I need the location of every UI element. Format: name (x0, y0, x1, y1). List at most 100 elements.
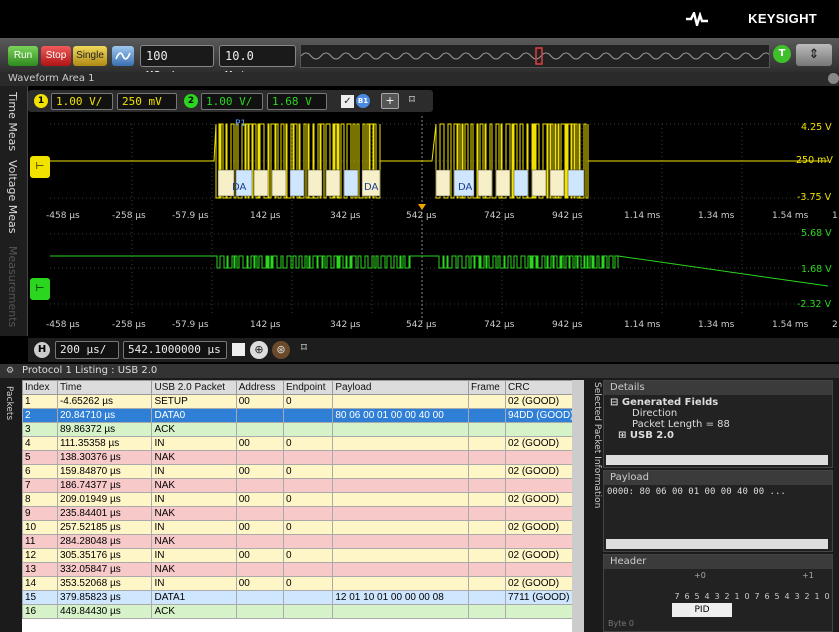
column-header-index[interactable]: Index (22, 380, 58, 395)
column-header-crc[interactable]: CRC (504, 380, 580, 395)
time-tick-upper-8: 1.14 ms (624, 211, 661, 221)
sample-rate-field[interactable]: 100 MSa/s (140, 45, 214, 83)
ch2-badge[interactable]: 2 (184, 94, 198, 108)
cell-frame (467, 548, 506, 563)
tab-selected-packet-information[interactable]: Selected Packet Information (588, 382, 602, 632)
table-row[interactable]: 1 -4.65262 µs SETUP 00 0 02 (GOOD) (22, 394, 580, 409)
add-channel-button[interactable]: + (381, 93, 399, 109)
memory-depth-field[interactable]: 10.0 Mpts (219, 45, 296, 83)
cell-time: 235.84401 µs (56, 506, 153, 521)
cell-index: 7 (22, 478, 58, 493)
table-row[interactable]: 9 235.84401 µs NAK (22, 506, 580, 521)
column-header-usb-2-0-packet[interactable]: USB 2.0 Packet (151, 380, 237, 395)
ch1-scale-field[interactable]: 1.00 V/ (51, 93, 113, 110)
table-row[interactable]: 6 159.84870 µs IN 00 0 02 (GOOD) (22, 464, 580, 479)
packet-length-field[interactable]: Packet Length = 88 (610, 419, 826, 430)
usb-node[interactable]: ⊞ USB 2.0 (610, 430, 826, 438)
run-button[interactable]: Run (8, 46, 38, 66)
details-h-scrollbar[interactable] (606, 455, 828, 465)
table-row[interactable]: 16 449.84430 µs ACK (22, 604, 580, 619)
single-button[interactable]: Single (73, 46, 107, 66)
cell-payload (332, 506, 469, 521)
header-bit: 6 (764, 592, 770, 601)
tab-voltage-meas[interactable]: Voltage Meas (6, 160, 19, 234)
ch1-offset-field[interactable]: 250 mV (117, 93, 177, 110)
bus-enable-checkbox[interactable]: ✓ (341, 95, 354, 108)
time-tick-lower-0: -458 µs (46, 320, 80, 330)
cell-address (235, 562, 285, 577)
table-vertical-scrollbar[interactable] (572, 380, 584, 632)
cell-address (235, 590, 285, 605)
column-header-time[interactable]: Time (56, 380, 153, 395)
header-pid-field[interactable]: PID (672, 603, 732, 617)
cell-payload (332, 422, 469, 437)
listing-title: Protocol 1 Listing : USB 2.0 (0, 364, 839, 378)
scope-app: KEYSIGHT Run Stop Single 100 MSa/s 10.0 … (0, 0, 839, 632)
table-row[interactable]: 14 353.52068 µs IN 00 0 02 (GOOD) (22, 576, 580, 591)
payload-pane: Payload 0000: 80 06 00 01 00 00 40 00 ..… (603, 470, 833, 552)
ch1-badge[interactable]: 1 (34, 94, 48, 108)
payload-h-scrollbar[interactable] (606, 539, 828, 549)
navigate-icon[interactable]: ⊛ (272, 341, 290, 359)
cell-packet: IN (151, 520, 237, 535)
listing-settings-icon[interactable]: ⚙ (6, 366, 16, 376)
tab-packets[interactable]: Packets (4, 386, 14, 420)
cell-payload (332, 492, 469, 507)
packet-table-wrapper[interactable]: Index Time USB 2.0 Packet Address Endpoint Pa… (22, 380, 580, 632)
table-row[interactable]: 4 111.35358 µs IN 00 0 02 (GOOD) (22, 436, 580, 451)
table-row[interactable]: 8 209.01949 µs IN 00 0 02 (GOOD) (22, 492, 580, 507)
time-position-field[interactable]: 542.1000000 µs (123, 341, 227, 359)
table-row[interactable]: 5 138.30376 µs NAK (22, 450, 580, 465)
table-row[interactable]: 12 305.35176 µs IN 00 0 02 (GOOD) (22, 548, 580, 563)
protocol-listing-panel: Protocol 1 Listing : USB 2.0 ⚙ Packets I… (0, 364, 839, 632)
ch2-scale-field[interactable]: 1.00 V/ (201, 93, 263, 110)
time-tick-upper-2: -57.9 µs (172, 211, 209, 221)
time-tick-lower-2: -57.9 µs (172, 320, 209, 330)
stop-button[interactable]: Stop (41, 46, 71, 66)
brand-name: KEYSIGHT (748, 11, 817, 26)
ch2-ground-marker[interactable]: ⊢ (30, 278, 50, 300)
table-row[interactable]: 2 20.84710 µs DATA0 80 06 00 01 00 00 40 00… (22, 408, 580, 423)
column-header-endpoint[interactable]: Endpoint (282, 380, 334, 395)
table-row[interactable]: 10 257.52185 µs IN 00 0 02 (GOOD) (22, 520, 580, 535)
table-row[interactable]: 3 89.86372 µs ACK (22, 422, 580, 437)
horizontal-pin-icon[interactable]: ⌑ (297, 341, 311, 357)
bus-badge[interactable]: B1 (356, 94, 370, 108)
table-row[interactable]: 7 186.74377 µs NAK (22, 478, 580, 493)
column-header-frame[interactable]: Frame (467, 380, 506, 395)
header-bit: 3 (794, 592, 800, 601)
touch-toggle-button[interactable]: ⇕ (796, 44, 832, 66)
column-header-payload[interactable]: Payload (332, 380, 469, 395)
cell-time: 138.30376 µs (56, 450, 153, 465)
waveform-area-close-icon[interactable] (828, 73, 839, 84)
column-header-address[interactable]: Address (235, 380, 285, 395)
pin-icon[interactable]: ⌑ (405, 93, 419, 109)
decode-packet-box (513, 169, 529, 197)
zoom-checkbox[interactable] (232, 343, 245, 356)
generated-fields-node[interactable]: ⊟ Generated Fields (610, 397, 826, 408)
auto-scale-button[interactable] (112, 46, 134, 66)
table-row[interactable]: 13 332.05847 µs NAK (22, 562, 580, 577)
horizontal-badge[interactable]: H (34, 342, 50, 358)
table-row[interactable]: 15 379.85823 µs DATA1 12 01 10 01 00 00 00 … (22, 590, 580, 605)
tab-time-meas[interactable]: Time Meas (6, 92, 19, 151)
header-bit: 7 (754, 592, 760, 601)
cell-payload (332, 548, 469, 563)
decode-packet-box (253, 169, 269, 197)
zoom-icon[interactable]: ⊕ (250, 341, 268, 359)
timebase-field[interactable]: 200 µs/ (55, 341, 119, 359)
cell-crc: 02 (GOOD) (504, 520, 580, 535)
cell-crc: 7711 (GOOD) (504, 590, 580, 605)
trigger-badge[interactable]: T (773, 45, 791, 63)
memory-overview-bar[interactable] (300, 44, 772, 68)
header-bit: 0 (824, 592, 830, 601)
table-row[interactable]: 11 284.28048 µs NAK (22, 534, 580, 549)
decode-packet-box (343, 169, 359, 197)
payload-hex: 0000: 80 06 00 01 00 00 40 00 ... (607, 487, 786, 497)
direction-field[interactable]: Direction (610, 408, 826, 419)
time-tick-lower-5: 542 µs (406, 320, 437, 330)
ch1-ground-marker[interactable]: ⊢ (30, 156, 50, 178)
cell-endpoint: 0 (282, 464, 334, 479)
tab-measurements[interactable]: Measurements (6, 246, 19, 327)
ch2-offset-field[interactable]: 1.68 V (267, 93, 327, 110)
